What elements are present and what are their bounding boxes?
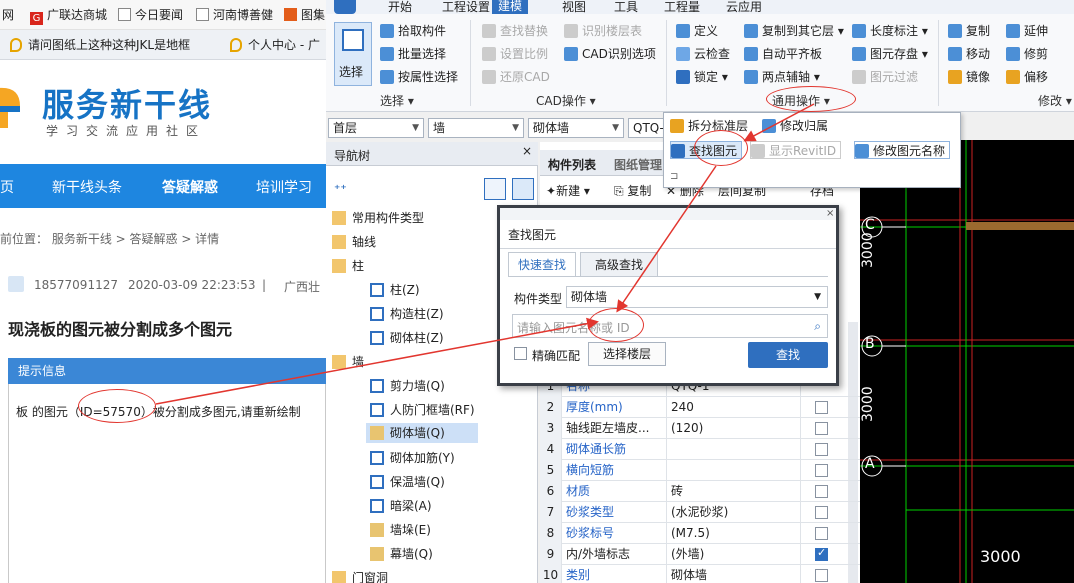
annotation-arrows [155,103,815,405]
